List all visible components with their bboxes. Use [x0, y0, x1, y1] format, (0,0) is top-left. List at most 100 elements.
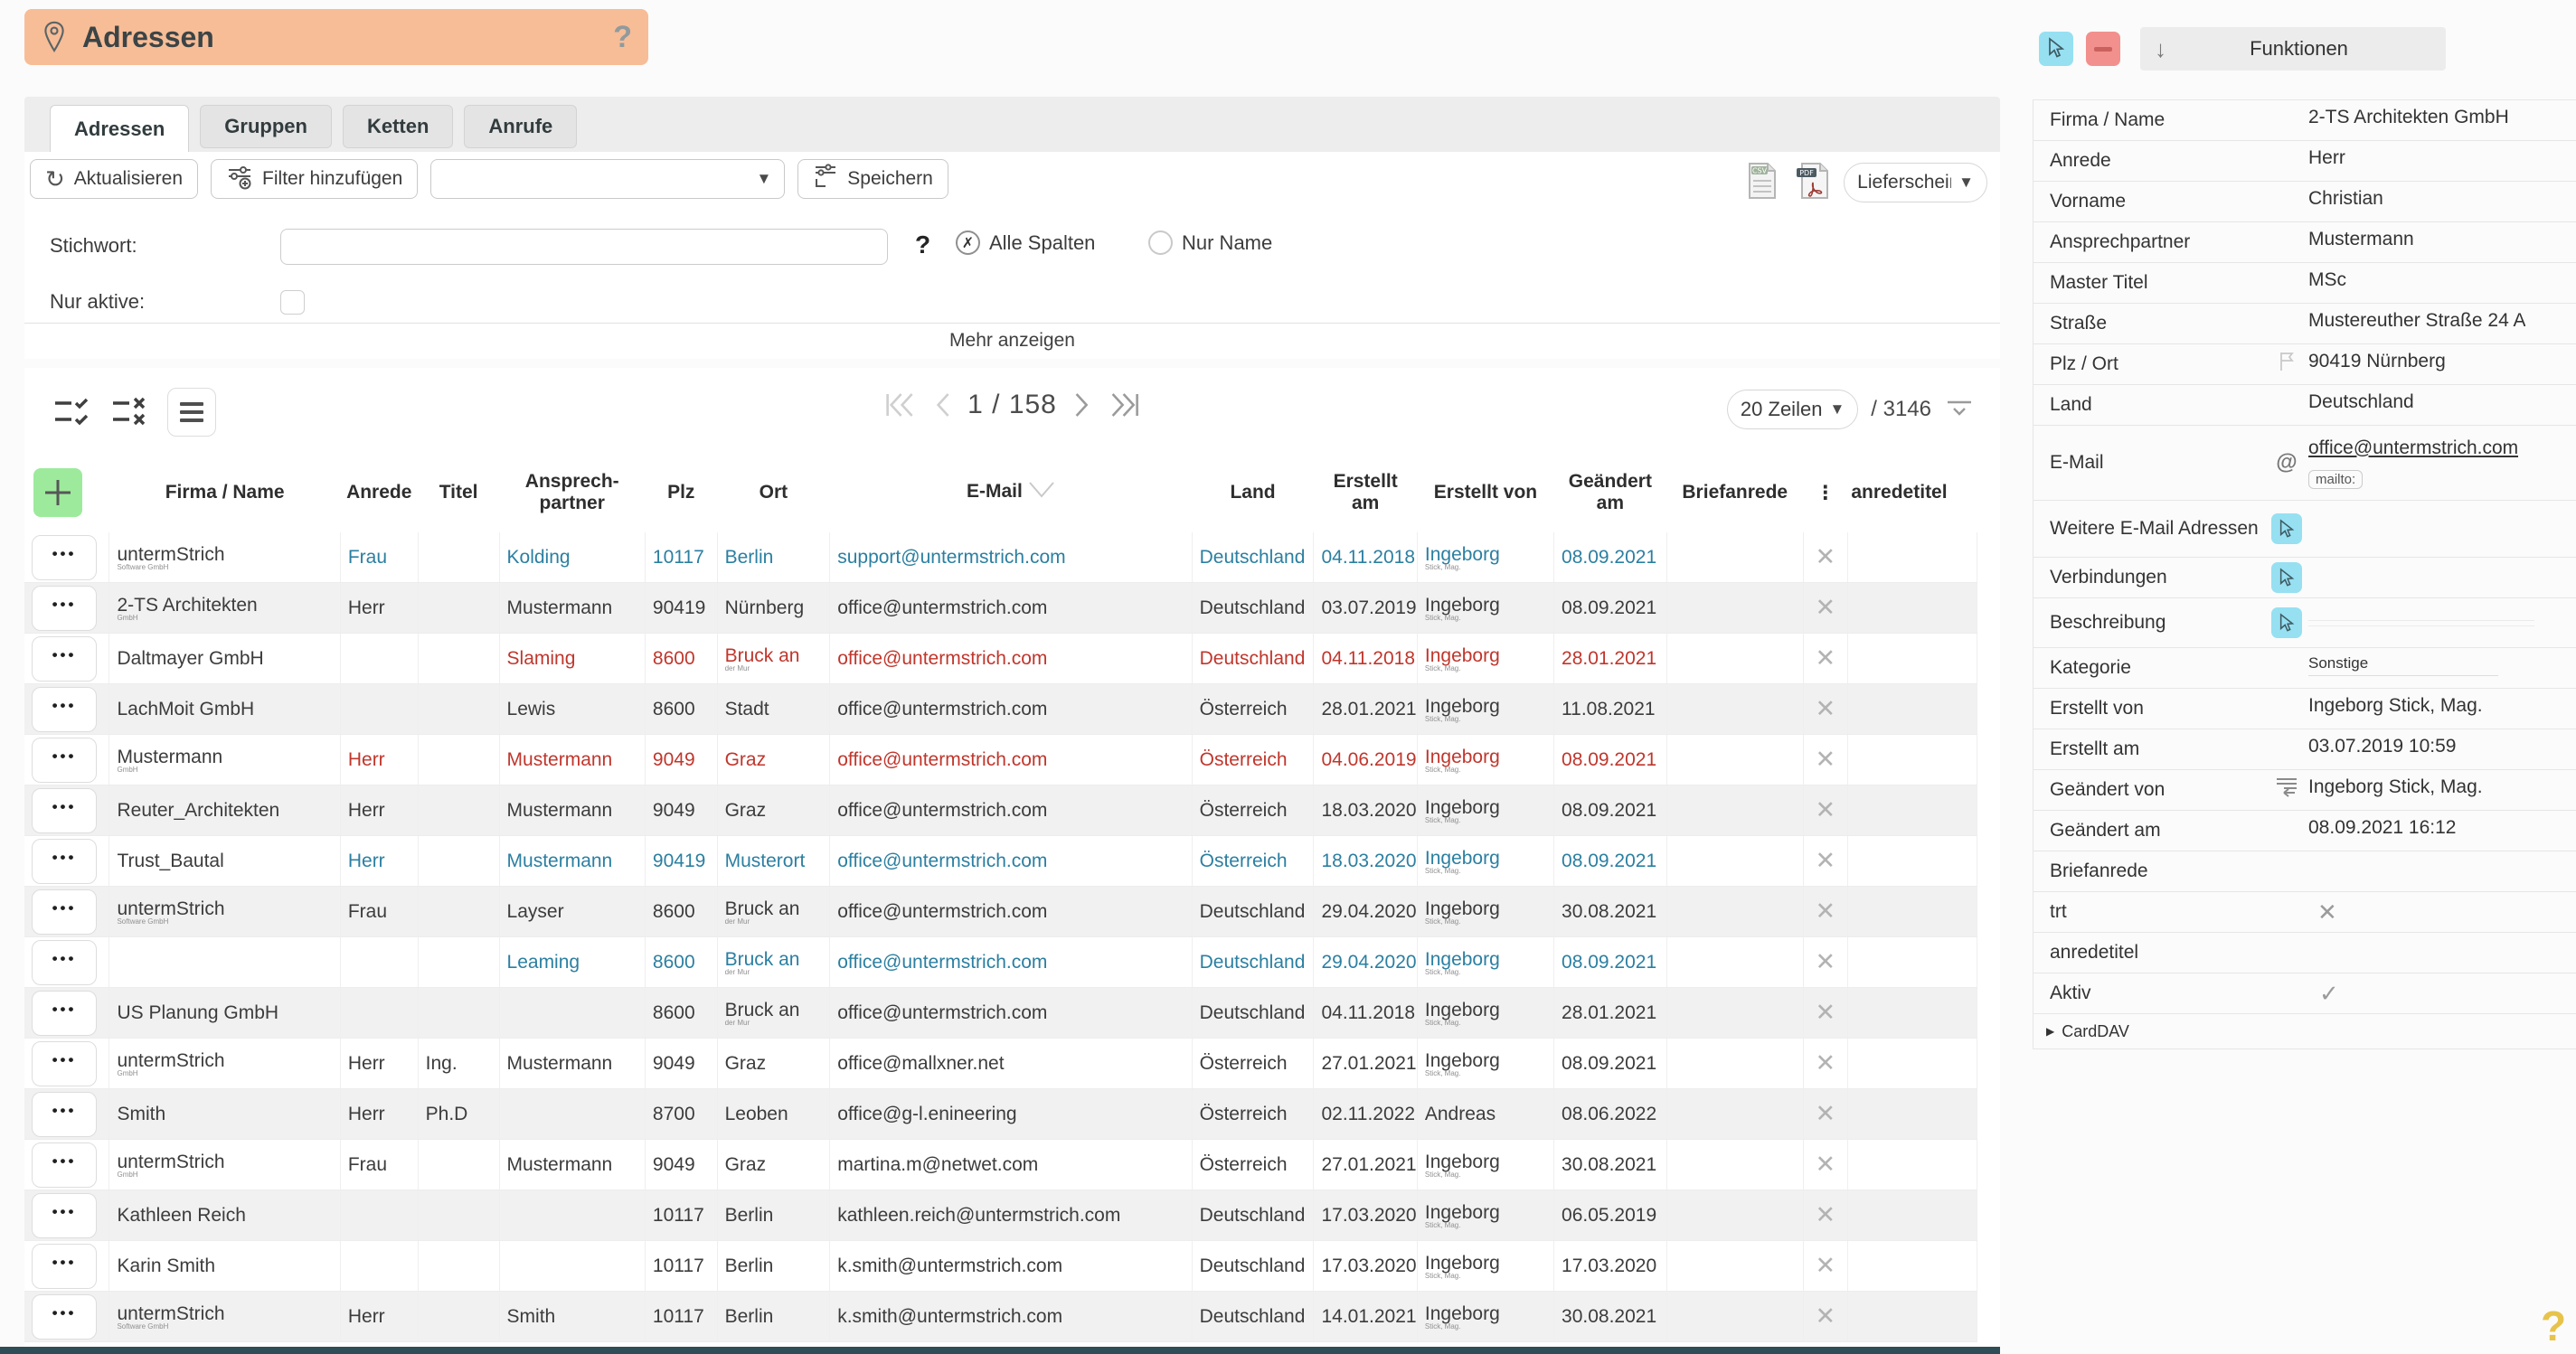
- row-actions-button[interactable]: •••: [32, 1294, 97, 1340]
- table-row[interactable]: •••Leaming8600Bruck ander Muroffice@unte…: [24, 937, 1977, 988]
- row-actions-button[interactable]: •••: [32, 535, 97, 580]
- cell-delete[interactable]: ✕: [1803, 887, 1847, 937]
- tab-ketten[interactable]: Ketten: [343, 105, 453, 148]
- row-actions-button[interactable]: •••: [32, 687, 97, 732]
- column-header-email[interactable]: E-Mail: [830, 453, 1192, 532]
- tab-adressen[interactable]: Adressen: [50, 105, 189, 153]
- row-actions-button[interactable]: •••: [32, 991, 97, 1036]
- table-row[interactable]: •••SmithHerrPh.D8700Leobenoffice@g-l.eni…: [24, 1089, 1977, 1140]
- cell-delete[interactable]: ✕: [1803, 634, 1847, 684]
- prev-page-icon[interactable]: [929, 388, 955, 422]
- deselect-all-icon[interactable]: [109, 393, 151, 431]
- column-header-ansprechpartner[interactable]: Ansprech-partner: [499, 453, 645, 532]
- next-page-icon[interactable]: [1070, 388, 1095, 422]
- cell-delete[interactable]: ✕: [1803, 937, 1847, 988]
- keyword-input[interactable]: [280, 229, 888, 265]
- table-row[interactable]: •••LachMoit GmbHLewis8600Stadtoffice@unt…: [24, 684, 1977, 735]
- column-menu-icon[interactable]: ⋮: [1803, 453, 1847, 532]
- select-record-button[interactable]: [2039, 32, 2073, 66]
- table-row[interactable]: •••untermStrichGmbHFrauMustermann9049Gra…: [24, 1140, 1977, 1190]
- row-actions-button[interactable]: •••: [32, 738, 97, 783]
- cell-delete[interactable]: ✕: [1803, 1039, 1847, 1089]
- cell-delete[interactable]: ✕: [1803, 785, 1847, 836]
- first-page-icon[interactable]: [881, 388, 917, 422]
- column-header-erstellt-am[interactable]: Erstellt am: [1314, 453, 1417, 532]
- last-page-icon[interactable]: [1108, 388, 1144, 422]
- row-actions-button[interactable]: •••: [32, 940, 97, 985]
- row-actions-button[interactable]: •••: [32, 788, 97, 833]
- search-help-icon[interactable]: ?: [915, 230, 930, 259]
- export-csv-button[interactable]: CSV: [1742, 159, 1782, 205]
- mailto-badge[interactable]: mailto:: [2308, 470, 2363, 489]
- table-row[interactable]: •••2-TS ArchitektenGmbHHerrMustermann904…: [24, 583, 1977, 634]
- radio-only-name[interactable]: Nur Name: [1148, 230, 1272, 255]
- tab-anrufe[interactable]: Anrufe: [464, 105, 577, 148]
- select-all-icon[interactable]: [52, 393, 93, 431]
- open-description-button[interactable]: [2271, 607, 2302, 638]
- open-connections-button[interactable]: [2271, 562, 2302, 593]
- add-address-button[interactable]: [33, 468, 82, 517]
- help-bottom-icon[interactable]: ?: [2541, 1302, 2566, 1350]
- list-menu-button[interactable]: [167, 388, 216, 437]
- row-actions-button[interactable]: •••: [32, 586, 97, 631]
- cell-delete[interactable]: ✕: [1803, 1140, 1847, 1190]
- table-row[interactable]: •••untermStrichSoftware GmbHFrauKolding1…: [24, 532, 1977, 583]
- cell-delete[interactable]: ✕: [1803, 684, 1847, 735]
- detail-value-text[interactable]: office@untermstrich.com: [2308, 437, 2518, 459]
- column-header-geaendert-am[interactable]: Geändert am: [1554, 453, 1667, 532]
- remove-button[interactable]: [2086, 32, 2120, 66]
- row-actions-button[interactable]: •••: [32, 1041, 97, 1086]
- row-actions-button[interactable]: •••: [32, 1193, 97, 1238]
- show-more-link[interactable]: Mehr anzeigen: [949, 330, 1075, 352]
- cell-delete[interactable]: ✕: [1803, 836, 1847, 887]
- document-type-select[interactable]: Lieferschein ▼: [1844, 163, 1987, 202]
- cell-delete[interactable]: ✕: [1803, 1089, 1847, 1140]
- table-row[interactable]: •••Reuter_ArchitektenHerrMustermann9049G…: [24, 785, 1977, 836]
- table-row[interactable]: •••Kathleen Reich10117Berlinkathleen.rei…: [24, 1190, 1977, 1241]
- row-actions-button[interactable]: •••: [32, 1092, 97, 1137]
- column-header-briefanrede[interactable]: Briefanrede: [1666, 453, 1803, 532]
- table-row[interactable]: •••untermStrichSoftware GmbHHerrSmith101…: [24, 1292, 1977, 1342]
- functions-button[interactable]: ↓ Funktionen: [2140, 27, 2446, 71]
- saved-filter-select[interactable]: ▼: [430, 159, 785, 199]
- column-header-titel[interactable]: Titel: [418, 453, 499, 532]
- row-actions-button[interactable]: •••: [32, 636, 97, 682]
- row-actions-button[interactable]: •••: [32, 889, 97, 935]
- table-row[interactable]: •••Karin Smith10117Berlink.smith@unterms…: [24, 1241, 1977, 1292]
- only-active-checkbox[interactable]: [280, 290, 305, 315]
- column-header-erstellt-von[interactable]: Erstellt von: [1417, 453, 1553, 532]
- column-header-land[interactable]: Land: [1192, 453, 1314, 532]
- rows-per-page-select[interactable]: 20 Zeilen ▼: [1727, 390, 1858, 429]
- row-actions-button[interactable]: •••: [32, 839, 97, 884]
- cell-delete[interactable]: ✕: [1803, 988, 1847, 1039]
- table-row[interactable]: •••US Planung GmbH8600Bruck ander Muroff…: [24, 988, 1977, 1039]
- table-row[interactable]: •••untermStrichGmbHHerrIng.Mustermann904…: [24, 1039, 1977, 1089]
- cell-delete[interactable]: ✕: [1803, 1190, 1847, 1241]
- refresh-button[interactable]: ↻ Aktualisieren: [30, 159, 198, 199]
- save-button[interactable]: Speichern: [797, 159, 948, 199]
- table-row[interactable]: •••untermStrichSoftware GmbHFrauLayser86…: [24, 887, 1977, 937]
- open-email-addresses-button[interactable]: [2271, 513, 2302, 544]
- tab-gruppen[interactable]: Gruppen: [200, 105, 332, 148]
- help-icon[interactable]: ?: [613, 20, 632, 55]
- column-header-ort[interactable]: Ort: [717, 453, 830, 532]
- table-row[interactable]: •••Daltmayer GmbHSlaming8600Bruck ander …: [24, 634, 1977, 684]
- add-filter-button[interactable]: Filter hinzufügen: [211, 159, 418, 199]
- export-pdf-button[interactable]: PDF: [1793, 159, 1833, 205]
- column-header-anredetitel[interactable]: anredetitel: [1847, 453, 1977, 532]
- column-header-name[interactable]: Firma / Name: [109, 453, 340, 532]
- table-row[interactable]: •••Trust_BautalHerrMustermann90419Muster…: [24, 836, 1977, 887]
- column-header-anrede[interactable]: Anrede: [340, 453, 418, 532]
- table-row[interactable]: •••MustermannGmbHHerrMustermann9049Grazo…: [24, 735, 1977, 785]
- cell-delete[interactable]: ✕: [1803, 1292, 1847, 1342]
- cell-delete[interactable]: ✕: [1803, 532, 1847, 583]
- cell-delete[interactable]: ✕: [1803, 1241, 1847, 1292]
- row-actions-button[interactable]: •••: [32, 1142, 97, 1188]
- cell-delete[interactable]: ✕: [1803, 583, 1847, 634]
- column-header-plz[interactable]: Plz: [645, 453, 717, 532]
- collapse-list-icon[interactable]: [1944, 396, 1975, 423]
- row-actions-button[interactable]: •••: [32, 1244, 97, 1289]
- cell-delete[interactable]: ✕: [1803, 735, 1847, 785]
- radio-all-columns[interactable]: ✗ Alle Spalten: [956, 230, 1095, 255]
- carddav-toggle[interactable]: ▶CardDAV: [2033, 1014, 2576, 1049]
